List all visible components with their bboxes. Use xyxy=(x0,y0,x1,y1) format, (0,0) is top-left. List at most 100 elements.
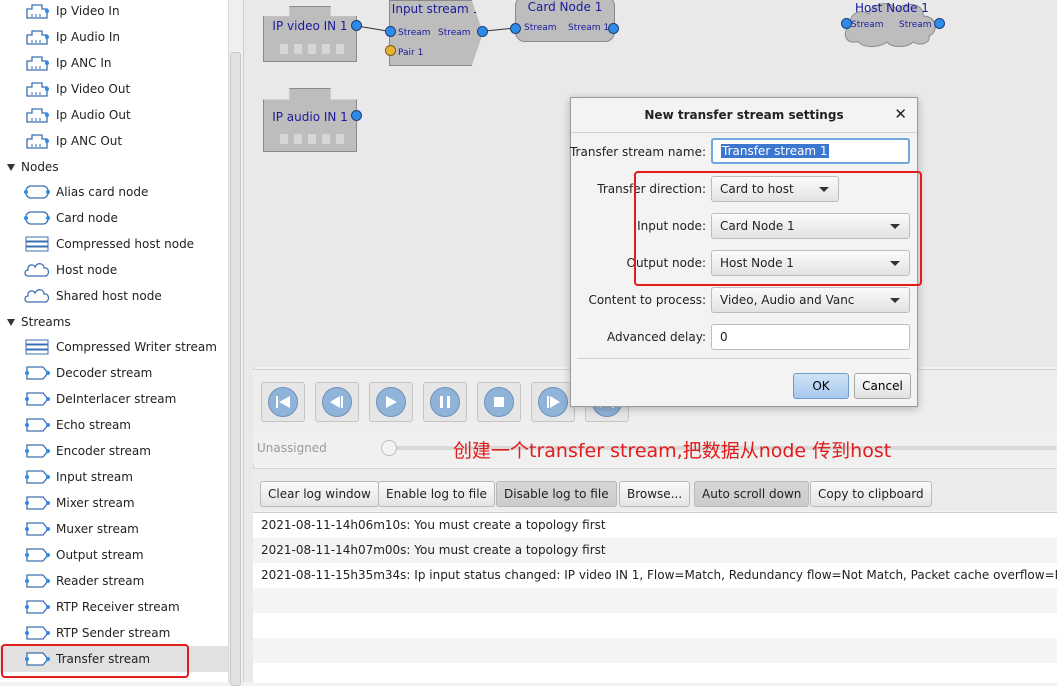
enable-log-to-file-button[interactable]: Enable log to file xyxy=(378,481,495,507)
sidebar-item-ip-audio-in[interactable]: Ip Audio In xyxy=(0,24,228,50)
auto-scroll-button[interactable]: Auto scroll down xyxy=(694,481,810,507)
advanced-delay-value: 0 xyxy=(720,330,728,344)
advanced-delay-input[interactable]: 0 xyxy=(711,324,910,350)
step-back-icon xyxy=(322,387,352,417)
card-node-icon xyxy=(24,209,50,227)
sidebar-item-host-node[interactable]: Host node xyxy=(0,257,228,283)
deinterlacer-stream-icon xyxy=(24,390,50,408)
sidebar-item-label: Mixer stream xyxy=(56,496,135,510)
chevron-down-icon xyxy=(890,298,900,303)
step-back-button[interactable] xyxy=(315,382,359,422)
sidebar-item-ip-video-in[interactable]: Ip Video In xyxy=(0,0,228,24)
sidebar-item-label: Alias card node xyxy=(56,185,149,199)
sidebar-item-mixer-stream[interactable]: Mixer stream xyxy=(0,490,228,516)
play-button[interactable] xyxy=(369,382,413,422)
sidebar-item-ip-anc-in[interactable]: Ip ANC In xyxy=(0,50,228,76)
input-stream-out-port[interactable] xyxy=(477,26,488,37)
sidebar-item-label: RTP Sender stream xyxy=(56,626,171,640)
host-node-title: Host Node 1 xyxy=(855,1,929,15)
host-node-in-port[interactable] xyxy=(841,18,852,29)
highlight-transfer-stream xyxy=(1,644,189,678)
sidebar-item-deinterlacer-stream[interactable]: DeInterlacer stream xyxy=(0,386,228,412)
close-icon[interactable]: ✕ xyxy=(894,105,907,123)
echo-stream-icon xyxy=(24,416,50,434)
tree-group-streams[interactable]: Streams xyxy=(0,309,228,335)
sidebar-item-ip-video-out[interactable]: Ip Video Out xyxy=(0,76,228,102)
sidebar-item-echo-stream[interactable]: Echo stream xyxy=(0,412,228,438)
ip-audio-out-port[interactable] xyxy=(351,110,362,121)
card-node-in-port[interactable] xyxy=(510,23,521,34)
sidebar-item-reader-stream[interactable]: Reader stream xyxy=(0,568,228,594)
ip-video-out-port[interactable] xyxy=(351,20,362,31)
ip-anc-in-icon xyxy=(24,54,50,72)
card-node-out-port[interactable] xyxy=(608,23,619,34)
ok-button[interactable]: OK xyxy=(793,373,849,399)
sidebar-item-output-stream[interactable]: Output stream xyxy=(0,542,228,568)
dialog-divider xyxy=(571,132,917,133)
log-line-empty xyxy=(253,638,1057,663)
sidebar-item-label: Encoder stream xyxy=(56,444,151,458)
sidebar-item-encoder-stream[interactable]: Encoder stream xyxy=(0,438,228,464)
skip-to-start-icon xyxy=(268,387,298,417)
sidebar-item-label: Reader stream xyxy=(56,574,145,588)
sidebar-item-decoder-stream[interactable]: Decoder stream xyxy=(0,360,228,386)
advanced-delay-label: Advanced delay: xyxy=(606,330,706,344)
sidebar-item-label: Ip ANC Out xyxy=(56,134,123,148)
pause-button[interactable] xyxy=(423,382,467,422)
sidebar-item-label: Host node xyxy=(56,263,118,277)
log-window[interactable]: 2021-08-11-14h06m10s: You must create a … xyxy=(253,512,1057,683)
host-node-out-port[interactable] xyxy=(934,18,945,29)
step-forward-button[interactable] xyxy=(531,382,575,422)
mixer-stream-icon xyxy=(24,494,50,512)
sidebar-item-alias-card-node[interactable]: Alias card node xyxy=(0,179,228,205)
sidebar-item-shared-host-node[interactable]: Shared host node xyxy=(0,283,228,309)
card-node-title: Card Node 1 xyxy=(527,0,603,14)
cancel-button[interactable]: Cancel xyxy=(854,373,911,399)
sidebar-item-muxer-stream[interactable]: Muxer stream xyxy=(0,516,228,542)
pause-icon xyxy=(430,387,460,417)
input-stream-icon xyxy=(24,468,50,486)
chevron-down-icon[interactable] xyxy=(7,318,15,326)
log-line: 2021-08-11-14h06m10s: You must create a … xyxy=(261,518,606,532)
input-stream-pair-port[interactable] xyxy=(385,45,396,56)
chevron-down-icon[interactable] xyxy=(7,163,15,171)
sidebar-item-compressed-writer-stream[interactable]: Compressed Writer stream xyxy=(0,334,228,360)
sidebar-item-label: Ip Audio Out xyxy=(56,108,131,122)
sidebar-item-rtp-receiver-stream[interactable]: RTP Receiver stream xyxy=(0,594,228,620)
shared-host-node-icon xyxy=(24,287,50,305)
sidebar-item-card-node[interactable]: Card node xyxy=(0,205,228,231)
ip-video-in-icon xyxy=(24,2,50,20)
input-stream-port-in-label: Stream xyxy=(398,28,431,38)
content-to-process-select[interactable]: Video, Audio and Vanc xyxy=(711,287,910,313)
ip-anc-out-icon xyxy=(24,132,50,150)
skip-to-start-button[interactable] xyxy=(261,382,305,422)
ip-audio-out-icon xyxy=(24,106,50,124)
sidebar-item-rtp-sender-stream[interactable]: RTP Sender stream xyxy=(0,620,228,646)
sidebar-scrollbar-thumb[interactable] xyxy=(230,52,241,686)
log-line-empty xyxy=(253,588,1057,613)
sidebar-item-compressed-host-node[interactable]: Compressed host node xyxy=(0,231,228,257)
disable-log-to-file-button[interactable]: Disable log to file xyxy=(496,481,617,507)
sidebar-item-input-stream[interactable]: Input stream xyxy=(0,464,228,490)
sidebar-item-ip-audio-out[interactable]: Ip Audio Out xyxy=(0,102,228,128)
input-stream-node[interactable]: Input stream 1 Stream Stream Pair 1 xyxy=(389,0,483,66)
browse-button[interactable]: Browse... xyxy=(619,481,691,507)
annotation-text: 创建一个transfer stream,把数据从node 传到host xyxy=(453,440,892,462)
transfer-stream-name-input[interactable]: Transfer stream 1 xyxy=(711,138,910,164)
stop-button[interactable] xyxy=(477,382,521,422)
muxer-stream-icon xyxy=(24,520,50,538)
clear-log-button[interactable]: Clear log window xyxy=(260,481,379,507)
copy-to-clipboard-button[interactable]: Copy to clipboard xyxy=(810,481,932,507)
dialog-footer-divider xyxy=(577,358,911,359)
content-to-process-value: Video, Audio and Vanc xyxy=(720,293,855,307)
timeline-slider-thumb[interactable] xyxy=(381,440,397,456)
play-icon xyxy=(376,387,406,417)
input-stream-in-port[interactable] xyxy=(385,26,396,37)
sidebar-item-label: DeInterlacer stream xyxy=(56,392,177,406)
card-node[interactable]: Card Node 1 Stream Stream 1 xyxy=(515,0,615,42)
sidebar-item-label: Decoder stream xyxy=(56,366,153,380)
reader-stream-icon xyxy=(24,572,50,590)
tree-group-label: Streams xyxy=(21,315,71,329)
tree-group-nodes[interactable]: Nodes xyxy=(0,154,228,180)
sidebar-item-ip-anc-out[interactable]: Ip ANC Out xyxy=(0,128,228,154)
